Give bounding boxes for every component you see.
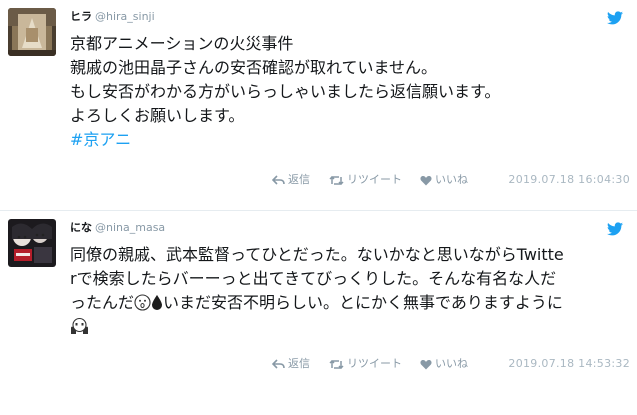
retweet-icon bbox=[329, 359, 344, 369]
reply-label: 返信 bbox=[288, 173, 310, 186]
display-name[interactable]: にな bbox=[70, 221, 92, 234]
tweet-line: 同僚の親戚、武本監督ってひとだった。ないかなと思いながらTwitte bbox=[70, 245, 564, 264]
tweet-actions-2: 返信 リツイート いいね 2019.07.18 14:53:32 bbox=[250, 356, 630, 372]
tweet-line: もし安否がわかる方がいらっしゃいましたら返信願います。 bbox=[70, 82, 501, 101]
hashtag-link[interactable]: #京アニ bbox=[70, 130, 131, 149]
avatar-image-2 bbox=[8, 219, 56, 267]
heart-icon bbox=[420, 359, 432, 369]
timestamp[interactable]: 2019.07.18 16:04:30 bbox=[508, 172, 630, 188]
like-button[interactable]: いいね bbox=[420, 356, 468, 372]
handle[interactable]: @nina_masa bbox=[95, 221, 165, 234]
tweet-text-2: 同僚の親戚、武本監督ってひとだった。ないかなと思いながらTwitte rで検索し… bbox=[70, 243, 630, 339]
like-label: いいね bbox=[435, 173, 468, 186]
tweet-header-2: にな @nina_masa bbox=[70, 221, 165, 235]
avatar-image-1 bbox=[8, 8, 56, 56]
reply-button[interactable]: 返信 bbox=[272, 356, 310, 372]
tweet-card-2: にな @nina_masa 同僚の親戚、武本監督ってひとだった。ないかなと思いなが… bbox=[0, 211, 637, 415]
display-name[interactable]: ヒラ bbox=[70, 10, 92, 23]
tweet-line: よろしくお願いします。 bbox=[70, 106, 245, 125]
retweet-label: リツイート bbox=[347, 357, 402, 370]
twitter-bird-icon[interactable] bbox=[607, 11, 623, 25]
avatar-2[interactable] bbox=[8, 219, 56, 267]
retweet-button[interactable]: リツイート bbox=[329, 356, 402, 372]
twitter-bird-icon[interactable] bbox=[607, 222, 623, 236]
heart-icon bbox=[420, 175, 432, 185]
retweet-label: リツイート bbox=[347, 173, 402, 186]
reply-icon bbox=[272, 174, 285, 185]
reply-icon bbox=[272, 358, 285, 369]
retweet-button[interactable]: リツイート bbox=[329, 172, 402, 188]
tweet-line: 京都アニメーションの火災事件 bbox=[70, 34, 294, 53]
tweet-header-1: ヒラ @hira_sinji bbox=[70, 10, 155, 24]
astonished-face-emoji bbox=[134, 294, 151, 311]
like-label: いいね bbox=[435, 357, 468, 370]
tweet-text-1: 京都アニメーションの火災事件 親戚の池田晶子さんの安否確認が取れていません。 も… bbox=[70, 32, 630, 152]
timestamp[interactable]: 2019.07.18 14:53:32 bbox=[508, 356, 630, 372]
droplet-emoji bbox=[152, 295, 163, 310]
tweet-card-1: ヒラ @hira_sinji 京都アニメーションの火災事件 親戚の池田晶子さんの安… bbox=[0, 0, 637, 210]
reply-label: 返信 bbox=[288, 357, 310, 370]
tweet-line: いまだ安否不明らしい。とにかく無事でありますように bbox=[163, 293, 563, 312]
tweet-actions-1: 返信 リツイート いいね 2019.07.18 16:04:30 bbox=[250, 172, 630, 188]
retweet-icon bbox=[329, 175, 344, 185]
pleading-hands-face-emoji bbox=[71, 317, 88, 334]
like-button[interactable]: いいね bbox=[420, 172, 468, 188]
reply-button[interactable]: 返信 bbox=[272, 172, 310, 188]
handle[interactable]: @hira_sinji bbox=[95, 10, 155, 23]
avatar-1[interactable] bbox=[8, 8, 56, 56]
tweet-line: ったんだ bbox=[70, 293, 135, 312]
tweet-line: 親戚の池田晶子さんの安否確認が取れていません。 bbox=[70, 58, 438, 77]
tweet-line: rで検索したらバーーっと出てきてびっくりした。そんな有名な人だ bbox=[70, 269, 557, 288]
